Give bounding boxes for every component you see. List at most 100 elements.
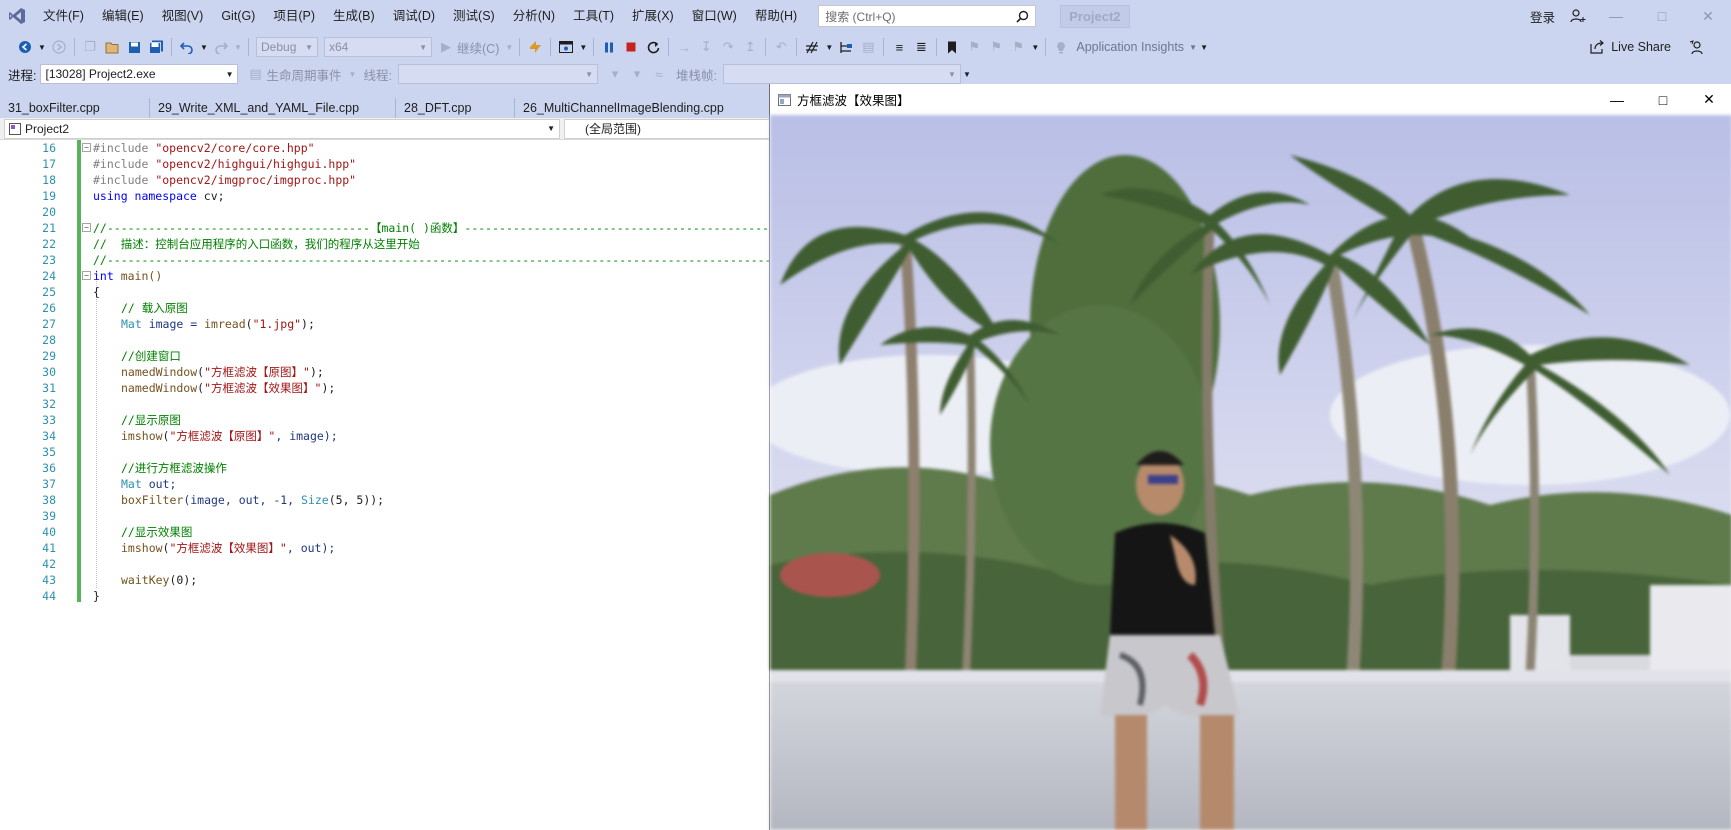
lifecycle-events-icon[interactable]: ▤	[244, 63, 266, 85]
stop-debugging-icon[interactable]	[620, 36, 642, 58]
undo-dropdown-icon[interactable]: ▼	[198, 36, 210, 58]
step-into-icon[interactable]: ↧	[695, 36, 717, 58]
menu-project[interactable]: 项目(P)	[264, 0, 324, 32]
menu-analyze[interactable]: 分析(N)	[504, 0, 564, 32]
comment-lines-icon[interactable]: ≡	[888, 36, 910, 58]
line-number: 35	[42, 445, 56, 459]
screenshot-dropdown-icon[interactable]: ▼	[577, 36, 589, 58]
code-line: //--------------------------------------…	[93, 253, 807, 267]
maximize-icon[interactable]: □	[1640, 84, 1686, 115]
app-insights-dropdown-icon[interactable]: ▼	[1188, 36, 1198, 58]
line-number: 43	[42, 573, 56, 587]
menu-debug[interactable]: 调试(D)	[384, 0, 444, 32]
redo-dropdown-icon[interactable]: ▼	[232, 36, 244, 58]
toolbar-overflow-icon[interactable]: ▼	[1198, 36, 1210, 58]
save-all-icon[interactable]	[145, 36, 167, 58]
undo-icon[interactable]	[176, 36, 198, 58]
image-window-titlebar[interactable]: 方框滤波【效果图】 — □ ✕	[770, 84, 1731, 115]
menu-file[interactable]: 文件(F)	[34, 0, 93, 32]
feedback-icon[interactable]	[1685, 36, 1707, 58]
line-number: 33	[42, 413, 56, 427]
stack-frame-label: 堆栈帧:	[675, 68, 717, 83]
stack-frame-select[interactable]: ▼	[722, 64, 961, 84]
minimize-icon[interactable]: —	[1593, 0, 1639, 32]
toolbar-overflow-icon[interactable]: ▼	[1029, 36, 1041, 58]
fold-collapse-icon[interactable]: −	[82, 223, 91, 232]
menu-view[interactable]: 视图(V)	[153, 0, 213, 32]
lifecycle-events-button[interactable]: 生命周期事件	[266, 65, 341, 84]
solution-configuration-select[interactable]: Debug ▼	[256, 37, 318, 57]
uncomment-lines-icon[interactable]: ≣	[910, 36, 932, 58]
continue-play-icon[interactable]: ▶	[435, 36, 457, 58]
account-icon[interactable]	[1563, 0, 1593, 32]
line-number: 19	[42, 189, 56, 203]
next-bookmark-icon[interactable]: ⚑	[985, 36, 1007, 58]
toolbar-overflow-icon[interactable]: ▼	[961, 63, 973, 85]
close-icon[interactable]: ✕	[1685, 0, 1731, 32]
line-number: 25	[42, 285, 56, 299]
app-insights-icon[interactable]	[1050, 36, 1072, 58]
thread-icon[interactable]	[835, 36, 857, 58]
process-select[interactable]: [13028] Project2.exe ▼	[40, 64, 239, 84]
code-line: #include "opencv2/imgproc/imgproc.hpp"	[93, 173, 357, 187]
step-back-icon[interactable]: ↶	[770, 36, 792, 58]
toolbar-separator	[248, 38, 249, 56]
forward-icon[interactable]	[48, 36, 70, 58]
menu-window[interactable]: 窗口(W)	[683, 0, 746, 32]
step-over-icon[interactable]: ↷	[717, 36, 739, 58]
stack-frame-icon[interactable]: ▤	[857, 36, 879, 58]
live-share-button[interactable]: Live Share	[1590, 32, 1671, 62]
visual-studio-logo-icon[interactable]	[0, 0, 34, 32]
step-out-icon[interactable]: ↥	[739, 36, 761, 58]
bookmark-icon[interactable]	[941, 36, 963, 58]
lifecycle-dropdown-icon[interactable]: ▼	[348, 63, 358, 85]
hex-dropdown-icon[interactable]: ▼	[823, 36, 835, 58]
hex-display-icon[interactable]	[801, 36, 823, 58]
flag-threads-icon[interactable]: ≈	[648, 63, 670, 85]
show-next-statement-icon[interactable]: →	[673, 36, 695, 58]
back-icon[interactable]	[14, 36, 36, 58]
menu-edit[interactable]: 编辑(E)	[93, 0, 153, 32]
close-icon[interactable]: ✕	[1686, 84, 1731, 115]
break-all-pause-icon[interactable]	[598, 36, 620, 58]
search-input[interactable]: 搜索 (Ctrl+Q)	[818, 5, 1037, 27]
back-dropdown-icon[interactable]: ▼	[36, 36, 48, 58]
menu-extensions[interactable]: 扩展(X)	[623, 0, 683, 32]
save-icon[interactable]	[123, 36, 145, 58]
menu-build[interactable]: 生成(B)	[324, 0, 384, 32]
tab-dft[interactable]: 28_DFT.cpp	[396, 98, 515, 118]
filter-toggle-icon[interactable]: ▾	[626, 63, 648, 85]
minimize-icon[interactable]: —	[1594, 84, 1640, 115]
code-text-area[interactable]: 16− #include "opencv2/core/core.hpp" 17 #i…	[0, 140, 806, 830]
global-scope-select[interactable]: (全局范围)	[564, 118, 770, 139]
redo-icon[interactable]	[210, 36, 232, 58]
new-project-icon[interactable]: ❐	[79, 36, 101, 58]
toolbar-separator	[796, 38, 798, 56]
code-line: //显示效果图	[121, 525, 193, 539]
menu-test[interactable]: 测试(S)	[444, 0, 504, 32]
filter-icon[interactable]: ▾	[604, 63, 626, 85]
solution-platform-select[interactable]: x64 ▼	[324, 37, 432, 57]
tab-multichannel-blending[interactable]: 26_MultiChannelImageBlending.cpp	[515, 98, 770, 118]
screenshot-window-icon[interactable]	[555, 36, 577, 58]
hot-reload-icon[interactable]	[524, 36, 546, 58]
tab-write-xml-yaml[interactable]: 29_Write_XML_and_YAML_File.cpp	[150, 98, 396, 118]
fold-collapse-icon[interactable]: −	[82, 271, 91, 280]
maximize-icon[interactable]: □	[1639, 0, 1685, 32]
restart-icon[interactable]	[642, 36, 664, 58]
project-scope-select[interactable]: Project2 ▼	[4, 118, 560, 139]
thread-select[interactable]: ▼	[397, 64, 598, 84]
tab-boxfilter[interactable]: 31_boxFilter.cpp	[0, 98, 150, 118]
sign-in-link[interactable]: 登录	[1530, 7, 1555, 26]
previous-bookmark-icon[interactable]: ⚑	[963, 36, 985, 58]
line-number: 31	[42, 381, 56, 395]
menu-help[interactable]: 帮助(H)	[746, 0, 806, 32]
continue-dropdown-icon[interactable]: ▼	[503, 36, 515, 58]
fold-collapse-icon[interactable]: −	[82, 143, 91, 152]
clear-bookmarks-icon[interactable]: ⚑	[1007, 36, 1029, 58]
menu-tools[interactable]: 工具(T)	[564, 0, 623, 32]
menu-git[interactable]: Git(G)	[212, 0, 264, 32]
open-file-icon[interactable]	[101, 36, 123, 58]
continue-button[interactable]: 继续(C)	[457, 38, 499, 57]
app-insights-button[interactable]: Application Insights	[1076, 40, 1184, 54]
